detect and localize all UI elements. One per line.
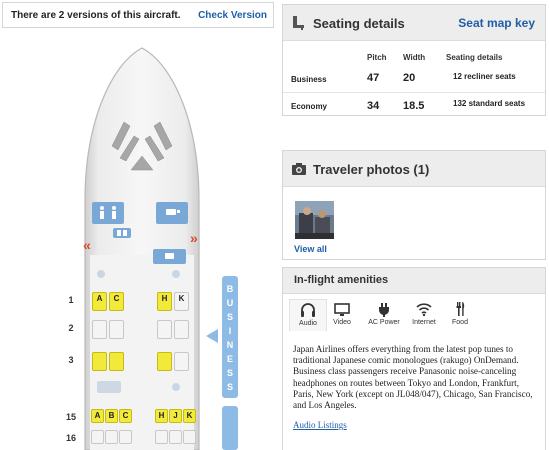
tab-food[interactable]: Food [441,299,479,331]
seat[interactable]: B [105,409,118,423]
amenities-tabs: Audio Video AC Power Internet Food [289,299,539,331]
monitor-icon [334,303,350,316]
seat[interactable]: K [174,292,189,311]
tab-label: Audio [299,320,317,327]
seat[interactable] [174,352,189,371]
seat[interactable]: A [91,409,104,423]
seat-details-value: 12 recliner seats [453,72,516,81]
seat[interactable] [92,352,107,371]
seat[interactable]: H [157,292,172,311]
width-value: 18.5 [403,100,425,112]
seat[interactable] [183,430,196,444]
utensils-icon [456,302,465,316]
seat[interactable] [157,352,172,371]
seat[interactable]: H [155,409,168,423]
tab-label: Food [452,319,468,326]
seat-icon [293,16,304,30]
tab-label: Internet [412,319,436,326]
tab-internet[interactable]: Internet [405,299,443,331]
seat[interactable] [174,320,189,339]
wifi-icon [416,303,432,317]
row-number: 16 [65,433,76,443]
details-header: Seating details [446,53,503,62]
seat[interactable] [109,320,124,339]
seat[interactable]: A [92,292,107,311]
exit-left-icon: « [83,237,91,253]
seating-details-title: Seating details [313,16,405,31]
tab-ac-power[interactable]: AC Power [361,299,407,331]
version-notice-text: There are 2 versions of this aircraft. [11,10,181,21]
seat[interactable]: C [119,409,132,423]
row-number: 3 [68,355,74,365]
exit-right-icon: » [190,230,198,246]
audio-listings-link[interactable]: Audio Listings [293,420,347,430]
amenity-description: Japan Airlines offers everything from th… [293,344,533,411]
aircraft-outline: « » [83,47,238,450]
seat[interactable]: K [183,409,196,423]
lavatory-icon [92,202,124,224]
traveler-photos-title: Traveler photos (1) [313,162,430,177]
galley-icon [156,202,188,224]
pitch-header: Pitch [367,53,387,62]
seating-details-header: Seating details Seat map key [283,5,545,41]
tab-video[interactable]: Video [323,299,361,331]
pitch-value: 47 [367,72,380,84]
class-name: Business [291,75,327,84]
traveler-photos-panel: Traveler photos (1) View all [282,150,546,260]
row-number: 15 [65,412,76,422]
closet-icon [113,228,131,238]
seat[interactable]: C [109,292,124,311]
view-all-photos-link[interactable]: View all [294,244,327,254]
seat[interactable] [157,320,172,339]
seat[interactable] [155,430,168,444]
width-header: Width [403,53,426,62]
headphones-icon [301,303,315,317]
tab-audio[interactable]: Audio [289,299,327,331]
seat[interactable] [169,430,182,444]
camera-icon [292,163,306,175]
seat[interactable] [91,430,104,444]
tab-label: AC Power [368,319,400,326]
row-number: 2 [68,323,74,333]
width-value: 20 [403,72,416,84]
divider [283,92,545,93]
traveler-photos-header: Traveler photos (1) [283,151,545,187]
inflight-amenities-panel: In-flight amenities Audio Video AC Power… [282,267,546,450]
plug-icon [379,303,389,317]
seat[interactable]: J [169,409,182,423]
amenities-header: In-flight amenities [283,268,545,294]
seat-details-value: 132 standard seats [453,99,526,108]
seat-map: « » B U S I N E S S 1 A C H K 2 3 15 A B C H J K 16 [0,30,280,450]
seat[interactable] [105,430,118,444]
tab-label: Video [333,319,351,326]
version-notice-bar: There are 2 versions of this aircraft. C… [2,2,274,28]
check-version-link[interactable]: Check Version [198,10,267,21]
seat[interactable] [92,320,107,339]
seat-map-key-link[interactable]: Seat map key [458,16,535,30]
business-cabin-tab[interactable]: B U S I N E S S [222,276,238,398]
seat[interactable] [109,352,124,371]
business-cabin-label: B U S I N E S S [226,284,234,392]
seating-details-panel: Seating details Seat map key Pitch Width… [282,4,546,116]
pitch-value: 34 [367,100,380,112]
class-name: Economy [291,102,328,111]
row-number: 1 [68,295,74,305]
traveler-photo-thumbnail[interactable] [295,201,334,239]
amenities-title: In-flight amenities [294,274,389,286]
seat[interactable] [119,430,132,444]
